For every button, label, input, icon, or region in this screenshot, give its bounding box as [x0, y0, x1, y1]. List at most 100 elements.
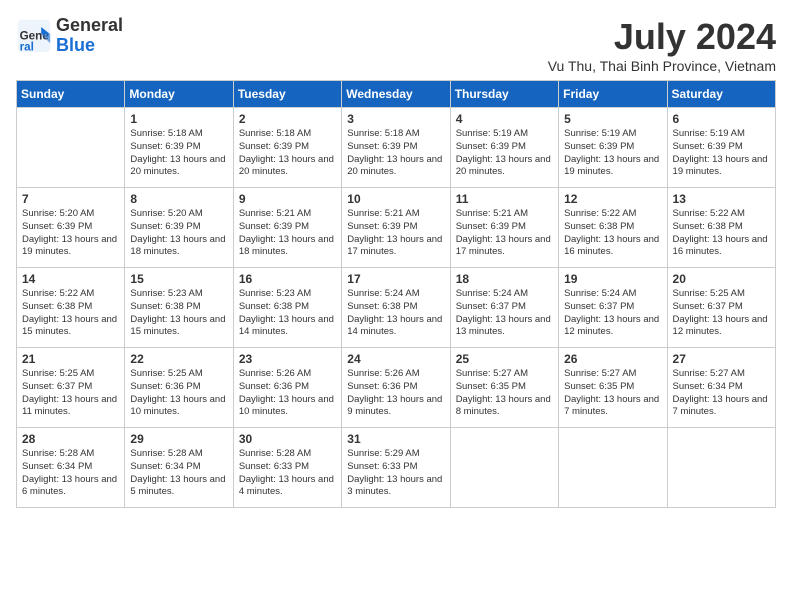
cell-info: Sunrise: 5:19 AMSunset: 6:39 PMDaylight:…	[456, 128, 553, 179]
calendar-cell: 18 Sunrise: 5:24 AMSunset: 6:37 PMDayligh…	[450, 268, 558, 348]
day-number: 26	[564, 352, 661, 366]
day-number: 23	[239, 352, 336, 366]
calendar-week-4: 21 Sunrise: 5:25 AMSunset: 6:37 PMDayligh…	[17, 348, 776, 428]
logo-text: General Blue	[56, 16, 123, 56]
cell-info: Sunrise: 5:28 AMSunset: 6:33 PMDaylight:…	[239, 448, 336, 499]
calendar-cell: 15Sunrise: 5:23 AMSunset: 6:38 PMDayligh…	[125, 268, 233, 348]
cell-info: Sunrise: 5:23 AMSunset: 6:38 PMDaylight:…	[130, 288, 227, 339]
cell-info: Sunrise: 5:22 AMSunset: 6:38 PMDaylight:…	[22, 288, 119, 339]
cell-info: Sunrise: 5:19 AMSunset: 6:39 PMDaylight:…	[673, 128, 770, 179]
calendar-cell: 13 Sunrise: 5:22 AMSunset: 6:38 PMDayligh…	[667, 188, 775, 268]
cell-info: Sunrise: 5:28 AMSunset: 6:34 PMDaylight:…	[22, 448, 119, 499]
logo-blue: Blue	[56, 35, 95, 55]
cell-info: Sunrise: 5:18 AMSunset: 6:39 PMDaylight:…	[130, 128, 227, 179]
day-number: 16	[239, 272, 336, 286]
day-number: 14	[22, 272, 119, 286]
calendar-cell: 6Sunrise: 5:19 AMSunset: 6:39 PMDaylight…	[667, 108, 775, 188]
calendar-cell: 2 Sunrise: 5:18 AMSunset: 6:39 PMDaylight…	[233, 108, 341, 188]
day-number: 24	[347, 352, 444, 366]
svg-text:ral: ral	[20, 40, 34, 53]
cell-info: Sunrise: 5:26 AMSunset: 6:36 PMDaylight:…	[347, 368, 444, 419]
day-number: 13	[673, 192, 770, 206]
calendar-cell: 1 Sunrise: 5:18 AMSunset: 6:39 PMDaylight…	[125, 108, 233, 188]
weekday-header-wednesday: Wednesday	[342, 81, 450, 108]
day-number: 1	[130, 112, 227, 126]
calendar-cell: 23 Sunrise: 5:26 AMSunset: 6:36 PMDayligh…	[233, 348, 341, 428]
day-number: 22	[130, 352, 227, 366]
weekday-header-monday: Monday	[125, 81, 233, 108]
calendar-cell: 14 Sunrise: 5:22 AMSunset: 6:38 PMDayligh…	[17, 268, 125, 348]
cell-info: Sunrise: 5:20 AMSunset: 6:39 PMDaylight:…	[130, 208, 227, 259]
cell-info: Sunrise: 5:26 AMSunset: 6:36 PMDaylight:…	[239, 368, 336, 419]
header: Gene ral General Blue July 2024 Vu Thu, …	[16, 16, 776, 74]
cell-info: Sunrise: 5:25 AMSunset: 6:36 PMDaylight:…	[130, 368, 227, 419]
calendar-cell	[450, 428, 558, 508]
day-number: 8	[130, 192, 227, 206]
day-number: 18	[456, 272, 553, 286]
cell-info: Sunrise: 5:27 AMSunset: 6:34 PMDaylight:…	[673, 368, 770, 419]
weekday-header-thursday: Thursday	[450, 81, 558, 108]
calendar-cell: 27 Sunrise: 5:27 AMSunset: 6:34 PMDayligh…	[667, 348, 775, 428]
calendar-cell: 5Sunrise: 5:19 AMSunset: 6:39 PMDaylight…	[559, 108, 667, 188]
weekday-header-saturday: Saturday	[667, 81, 775, 108]
weekday-header-friday: Friday	[559, 81, 667, 108]
cell-info: Sunrise: 5:24 AMSunset: 6:37 PMDaylight:…	[564, 288, 661, 339]
calendar-cell: 10 Sunrise: 5:21 AMSunset: 6:39 PMDayligh…	[342, 188, 450, 268]
day-number: 31	[347, 432, 444, 446]
calendar-cell: 3 Sunrise: 5:18 AMSunset: 6:39 PMDaylight…	[342, 108, 450, 188]
cell-info: Sunrise: 5:28 AMSunset: 6:34 PMDaylight:…	[130, 448, 227, 499]
calendar-cell: 11Sunrise: 5:21 AMSunset: 6:39 PMDayligh…	[450, 188, 558, 268]
calendar-header-row: SundayMondayTuesdayWednesdayThursdayFrid…	[17, 81, 776, 108]
calendar-week-1: 1 Sunrise: 5:18 AMSunset: 6:39 PMDaylight…	[17, 108, 776, 188]
weekday-header-sunday: Sunday	[17, 81, 125, 108]
calendar-cell	[667, 428, 775, 508]
calendar-cell	[17, 108, 125, 188]
cell-info: Sunrise: 5:22 AMSunset: 6:38 PMDaylight:…	[673, 208, 770, 259]
cell-info: Sunrise: 5:22 AMSunset: 6:38 PMDaylight:…	[564, 208, 661, 259]
cell-info: Sunrise: 5:25 AMSunset: 6:37 PMDaylight:…	[673, 288, 770, 339]
day-number: 21	[22, 352, 119, 366]
calendar-cell: 31Sunrise: 5:29 AMSunset: 6:33 PMDayligh…	[342, 428, 450, 508]
cell-info: Sunrise: 5:27 AMSunset: 6:35 PMDaylight:…	[456, 368, 553, 419]
cell-info: Sunrise: 5:25 AMSunset: 6:37 PMDaylight:…	[22, 368, 119, 419]
calendar-week-5: 28Sunrise: 5:28 AMSunset: 6:34 PMDayligh…	[17, 428, 776, 508]
calendar-cell: 30Sunrise: 5:28 AMSunset: 6:33 PMDayligh…	[233, 428, 341, 508]
month-year: July 2024	[548, 16, 776, 58]
logo-icon: Gene ral	[16, 18, 52, 54]
calendar-cell: 22 Sunrise: 5:25 AMSunset: 6:36 PMDayligh…	[125, 348, 233, 428]
day-number: 19	[564, 272, 661, 286]
day-number: 17	[347, 272, 444, 286]
cell-info: Sunrise: 5:27 AMSunset: 6:35 PMDaylight:…	[564, 368, 661, 419]
cell-info: Sunrise: 5:18 AMSunset: 6:39 PMDaylight:…	[239, 128, 336, 179]
calendar-cell: 29Sunrise: 5:28 AMSunset: 6:34 PMDayligh…	[125, 428, 233, 508]
location: Vu Thu, Thai Binh Province, Vietnam	[548, 58, 776, 74]
day-number: 2	[239, 112, 336, 126]
calendar-cell: 8 Sunrise: 5:20 AMSunset: 6:39 PMDaylight…	[125, 188, 233, 268]
cell-info: Sunrise: 5:23 AMSunset: 6:38 PMDaylight:…	[239, 288, 336, 339]
day-number: 9	[239, 192, 336, 206]
calendar-cell: 4Sunrise: 5:19 AMSunset: 6:39 PMDaylight…	[450, 108, 558, 188]
calendar-cell: 20Sunrise: 5:25 AMSunset: 6:37 PMDayligh…	[667, 268, 775, 348]
calendar-cell: 28Sunrise: 5:28 AMSunset: 6:34 PMDayligh…	[17, 428, 125, 508]
calendar-table: SundayMondayTuesdayWednesdayThursdayFrid…	[16, 80, 776, 508]
day-number: 25	[456, 352, 553, 366]
cell-info: Sunrise: 5:21 AMSunset: 6:39 PMDaylight:…	[347, 208, 444, 259]
calendar-week-3: 14 Sunrise: 5:22 AMSunset: 6:38 PMDayligh…	[17, 268, 776, 348]
day-number: 5	[564, 112, 661, 126]
calendar-cell: 21 Sunrise: 5:25 AMSunset: 6:37 PMDayligh…	[17, 348, 125, 428]
cell-info: Sunrise: 5:20 AMSunset: 6:39 PMDaylight:…	[22, 208, 119, 259]
cell-info: Sunrise: 5:24 AMSunset: 6:37 PMDaylight:…	[456, 288, 553, 339]
day-number: 27	[673, 352, 770, 366]
title-block: July 2024 Vu Thu, Thai Binh Province, Vi…	[548, 16, 776, 74]
calendar-cell: 9Sunrise: 5:21 AMSunset: 6:39 PMDaylight…	[233, 188, 341, 268]
day-number: 12	[564, 192, 661, 206]
cell-info: Sunrise: 5:18 AMSunset: 6:39 PMDaylight:…	[347, 128, 444, 179]
day-number: 7	[22, 192, 119, 206]
day-number: 10	[347, 192, 444, 206]
cell-info: Sunrise: 5:21 AMSunset: 6:39 PMDaylight:…	[456, 208, 553, 259]
calendar-cell: 16 Sunrise: 5:23 AMSunset: 6:38 PMDayligh…	[233, 268, 341, 348]
calendar-cell: 7 Sunrise: 5:20 AMSunset: 6:39 PMDaylight…	[17, 188, 125, 268]
calendar-cell	[559, 428, 667, 508]
calendar-cell: 19 Sunrise: 5:24 AMSunset: 6:37 PMDayligh…	[559, 268, 667, 348]
day-number: 3	[347, 112, 444, 126]
